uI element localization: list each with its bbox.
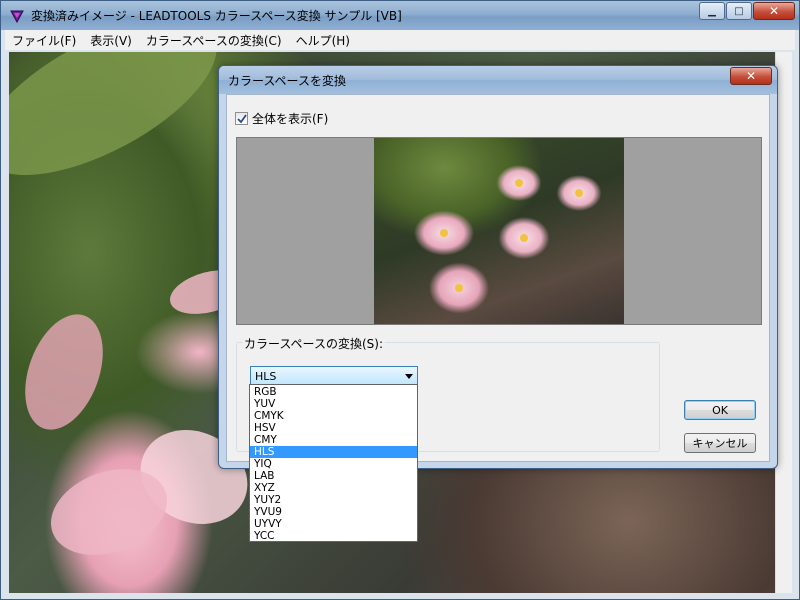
dialog-titlebar[interactable]: カラースペースを変換 ✕ [219,66,777,94]
colorspace-dropdown-list[interactable]: RGB YUV CMYK HSV CMY HLS YIQ LAB XYZ YUY… [249,384,418,542]
menu-view[interactable]: 表示(V) [83,32,139,49]
app-icon [10,10,24,23]
menu-bar: ファイル(F) 表示(V) カラースペースの変換(C) ヘルプ(H) [5,30,795,50]
dialog-title: カラースペースを変換 [228,74,346,88]
show-all-checkbox[interactable] [235,112,248,125]
option-cmy[interactable]: CMY [250,434,417,446]
flower-center [440,229,448,237]
leaf-shape [10,303,118,441]
show-all-option[interactable]: 全体を表示(F) [235,110,328,127]
preview-image [374,138,624,324]
flower-center [575,189,583,197]
group-label: カラースペースの変換(S): [242,335,385,352]
close-button[interactable]: ✕ [753,2,795,20]
option-yuv[interactable]: YUV [250,398,417,410]
flower-center [515,179,523,187]
option-yvu9[interactable]: YVU9 [250,506,417,518]
option-lab[interactable]: LAB [250,470,417,482]
dropdown-arrow-icon[interactable] [401,372,417,381]
preview-area [236,137,762,325]
option-rgb[interactable]: RGB [250,386,417,398]
dialog-close-button[interactable]: ✕ [730,67,772,85]
cancel-button[interactable]: キャンセル [684,433,756,453]
window-title: 変換済みイメージ - LEADTOOLS カラースペース変換 サンプル [VB] [31,9,402,23]
menu-colorspace[interactable]: カラースペースの変換(C) [139,32,289,49]
colorspace-select[interactable]: HLS [250,366,418,386]
option-cmyk[interactable]: CMYK [250,410,417,422]
option-ycc[interactable]: YCC [250,530,417,542]
leaf-shape [9,52,240,207]
option-yuy2[interactable]: YUY2 [250,494,417,506]
option-xyz[interactable]: XYZ [250,482,417,494]
option-hls[interactable]: HLS [250,446,417,458]
option-yiq[interactable]: YIQ [250,458,417,470]
select-value: HLS [255,369,277,383]
option-hsv[interactable]: HSV [250,422,417,434]
flower-center [455,284,463,292]
option-uyvy[interactable]: UYVY [250,518,417,530]
main-titlebar[interactable]: 変換済みイメージ - LEADTOOLS カラースペース変換 サンプル [VB]… [1,1,799,30]
menu-file[interactable]: ファイル(F) [5,32,83,49]
maximize-button[interactable]: □ [726,2,752,20]
checkmark-icon [236,113,247,123]
minimize-button[interactable]: ▁ [699,2,725,20]
show-all-label: 全体を表示(F) [252,112,329,126]
menu-help[interactable]: ヘルプ(H) [289,32,357,49]
ok-button[interactable]: OK [684,400,756,420]
flower-center [520,234,528,242]
